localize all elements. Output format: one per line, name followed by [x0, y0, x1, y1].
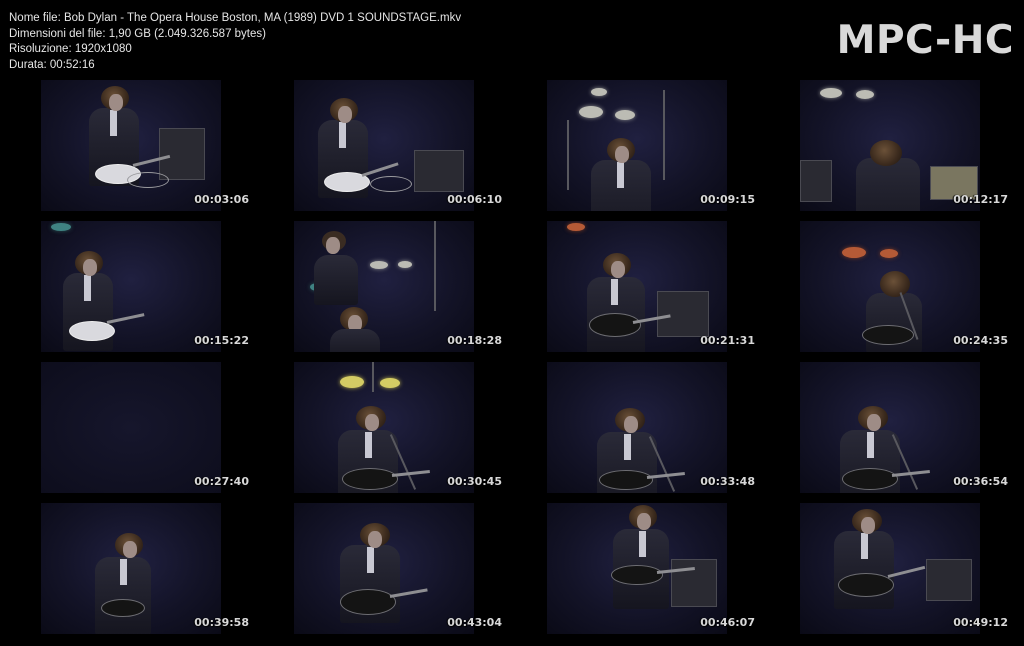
timestamp: 00:33:48 — [700, 475, 755, 488]
timestamp: 00:43:04 — [447, 616, 502, 629]
timestamp: 00:49:12 — [953, 616, 1008, 629]
timestamp: 00:03:06 — [194, 193, 249, 206]
thumbnail: 00:03:06 — [9, 80, 253, 211]
video-frame — [547, 503, 727, 634]
video-frame — [547, 362, 727, 493]
timestamp: 00:15:22 — [194, 334, 249, 347]
timestamp: 00:06:10 — [447, 193, 502, 206]
video-frame — [800, 221, 980, 352]
thumbnail: 00:46:07 — [515, 503, 759, 634]
file-info: Nome file: Bob Dylan - The Opera House B… — [9, 11, 461, 73]
thumbnail-grid: 00:03:06 00:06:10 00:09:15 00:12:17 00:1… — [9, 80, 1017, 634]
timestamp: 00:21:31 — [700, 334, 755, 347]
duration-line: Durata: 00:52:16 — [9, 58, 95, 71]
video-frame — [800, 362, 980, 493]
video-frame — [294, 80, 474, 211]
mpc-hc-logo: MPC-HC — [836, 18, 1014, 63]
timestamp: 00:18:28 — [447, 334, 502, 347]
video-frame — [294, 503, 474, 634]
thumbnail: 00:24:35 — [768, 221, 1012, 352]
video-frame — [294, 362, 474, 493]
thumbnail: 00:36:54 — [768, 362, 1012, 493]
file-name-line: Nome file: Bob Dylan - The Opera House B… — [9, 12, 462, 24]
timestamp: 00:09:15 — [700, 193, 755, 206]
video-frame — [41, 221, 221, 352]
video-frame — [294, 221, 474, 352]
video-frame — [41, 503, 221, 634]
video-frame — [41, 362, 221, 493]
timestamp: 00:46:07 — [700, 616, 755, 629]
timestamp: 00:36:54 — [953, 475, 1008, 488]
timestamp: 00:27:40 — [194, 475, 249, 488]
video-frame — [547, 80, 727, 211]
thumbnail: 00:39:58 — [9, 503, 253, 634]
video-frame — [800, 503, 980, 634]
thumbnail: 00:09:15 — [515, 80, 759, 211]
thumbnail: 00:18:28 — [262, 221, 506, 352]
thumbnail: 00:33:48 — [515, 362, 759, 493]
timestamp: 00:30:45 — [447, 475, 502, 488]
thumbnail: 00:12:17 — [768, 80, 1012, 211]
video-frame — [800, 80, 980, 211]
thumbnail: 00:43:04 — [262, 503, 506, 634]
thumbnail: 00:27:40 — [9, 362, 253, 493]
timestamp: 00:39:58 — [194, 616, 249, 629]
timestamp: 00:24:35 — [953, 334, 1008, 347]
thumbnail: 00:30:45 — [262, 362, 506, 493]
video-frame — [41, 80, 221, 211]
thumbnail: 00:15:22 — [9, 221, 253, 352]
video-frame — [547, 221, 727, 352]
file-size-line: Dimensioni del file: 1,90 GB (2.049.326.… — [9, 27, 266, 40]
timestamp: 00:12:17 — [953, 193, 1008, 206]
thumbnail: 00:06:10 — [262, 80, 506, 211]
resolution-line: Risoluzione: 1920x1080 — [9, 43, 132, 55]
thumbnail: 00:49:12 — [768, 503, 1012, 634]
thumbnail-sheet: Nome file: Bob Dylan - The Opera House B… — [0, 0, 1024, 646]
thumbnail: 00:21:31 — [515, 221, 759, 352]
